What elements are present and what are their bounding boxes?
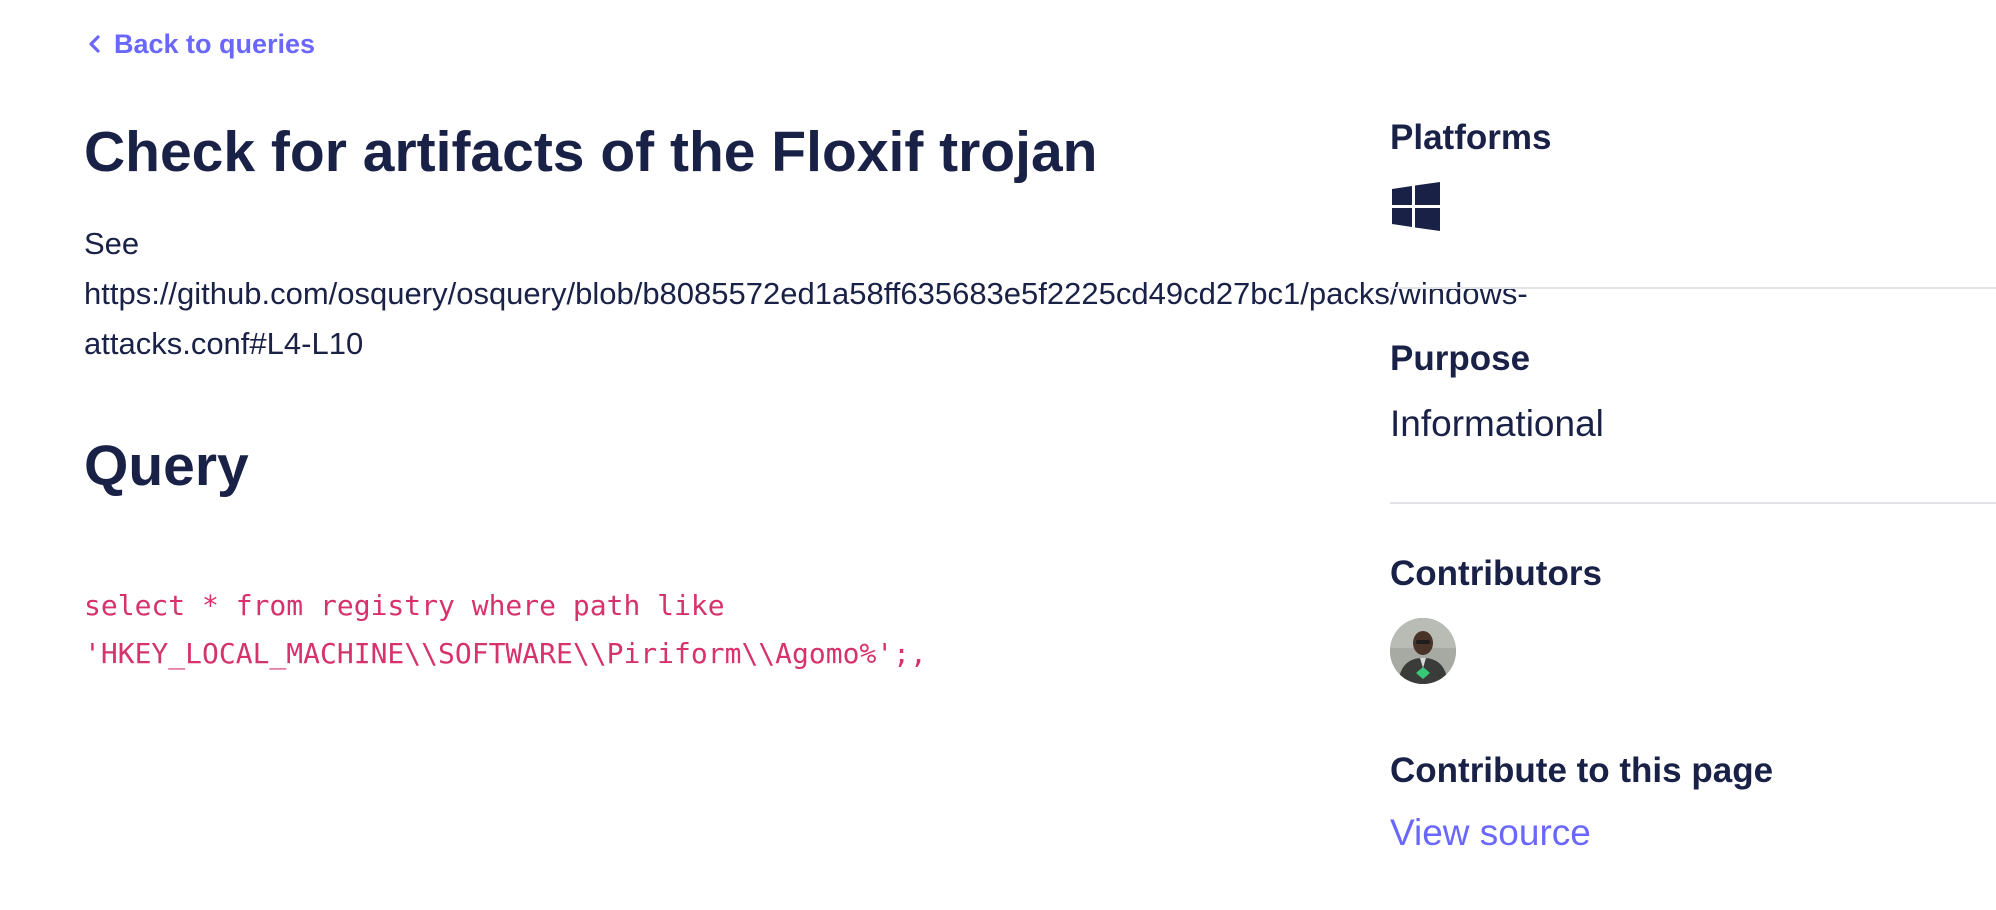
page-title: Check for artifacts of the Floxif trojan: [84, 120, 1098, 184]
query-code-line: 'HKEY_LOCAL_MACHINE\\SOFTWARE\\Piriform\…: [84, 637, 927, 670]
contributors-heading: Contributors: [1390, 554, 1602, 593]
platforms-heading: Platforms: [1390, 118, 1552, 157]
contributor-avatar[interactable]: [1390, 618, 1456, 684]
query-heading: Query: [84, 434, 249, 498]
purpose-value: Informational: [1390, 403, 1604, 444]
query-code-line: select * from registry where path like: [84, 589, 725, 622]
view-source-link[interactable]: View source: [1390, 812, 1591, 854]
contribute-heading: Contribute to this page: [1390, 751, 1774, 790]
query-sidebar: Platforms Purpose Informational Contribu…: [1390, 0, 1996, 910]
windows-icon: [1392, 182, 1440, 231]
back-to-queries-link[interactable]: Back to queries: [84, 24, 315, 64]
query-detail-page: Back to queries Check for artifacts of t…: [0, 0, 1996, 910]
query-code-block: select * from registry where path like 'H…: [84, 582, 927, 678]
contributor-avatar-image: [1390, 618, 1456, 684]
purpose-heading: Purpose: [1390, 339, 1531, 378]
divider: [1390, 287, 1996, 289]
divider: [1390, 502, 1996, 504]
back-link-label: Back to queries: [114, 28, 316, 59]
chevron-left-icon: [89, 35, 100, 53]
